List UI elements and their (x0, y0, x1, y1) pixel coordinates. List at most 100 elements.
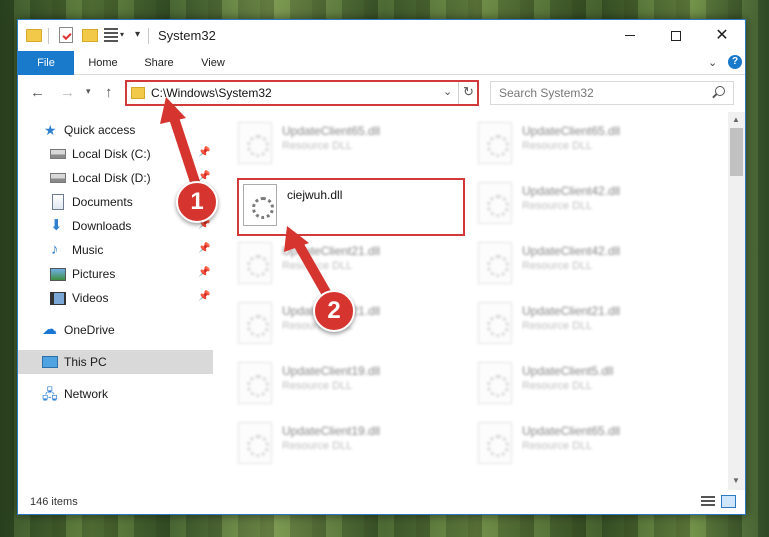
file-item[interactable]: UpdateClient21.dll Resource DLL (234, 238, 464, 290)
chevron-down-icon[interactable]: ⌄ (443, 85, 452, 98)
pin-icon[interactable]: 📌 (198, 291, 210, 302)
sidebar-item-label: Downloads (72, 219, 132, 233)
dll-file-icon (478, 362, 512, 404)
sidebar-item-label: Videos (72, 291, 109, 305)
file-item[interactable]: UpdateClient65.dll Resource DLL (474, 118, 704, 170)
address-path[interactable]: C:\Windows\System32 (151, 86, 272, 100)
sidebar-item-onedrive[interactable]: ☁ OneDrive (18, 318, 213, 342)
vertical-scrollbar[interactable]: ▲ ▼ (728, 112, 745, 490)
dll-file-icon (238, 242, 272, 284)
sidebar-item-local-disk-c[interactable]: Local Disk (C:) 📌 (18, 142, 213, 166)
sidebar-item-music[interactable]: ♪ Music 📌 (18, 238, 213, 262)
file-name: UpdateClient21.dll (282, 244, 381, 258)
file-item[interactable]: UpdateClient65.dll Resource DLL (234, 118, 464, 170)
navigation-pane: ★ Quick access Local Disk (C:) 📌 Local D… (18, 112, 213, 490)
sidebar-item-label: Network (64, 387, 109, 401)
tab-view[interactable]: View (193, 51, 233, 75)
file-item[interactable]: UpdateClient21.dll Resource DLL (474, 298, 704, 350)
sidebar-item-label: Music (72, 243, 104, 257)
network-icon: 🖧 (42, 386, 58, 402)
sidebar-item-label: Local Disk (C:) (72, 147, 151, 161)
sidebar-item-network[interactable]: 🖧 Network (18, 382, 213, 406)
forward-button[interactable]: → (60, 84, 75, 101)
sidebar-item-pictures[interactable]: Pictures 📌 (18, 262, 213, 286)
file-item[interactable]: UpdateClient42.dll Resource DLL (474, 178, 704, 230)
details-view-icon[interactable] (701, 496, 715, 507)
sidebar-item-quick-access[interactable]: ★ Quick access (18, 118, 213, 142)
scroll-down-icon[interactable]: ▼ (732, 476, 740, 485)
sidebar-item-label: Pictures (72, 267, 116, 281)
expand-ribbon-icon[interactable]: ⌄ (708, 56, 717, 69)
window-title: System32 (158, 28, 216, 43)
refresh-button[interactable]: ↻ (463, 84, 474, 100)
file-item[interactable]: UpdateClient65.dll Resource DLL (474, 418, 704, 470)
file-type: Resource DLL (282, 140, 353, 152)
search-icon[interactable] (715, 86, 725, 96)
search-box[interactable] (490, 81, 734, 105)
view-icon[interactable] (104, 28, 118, 42)
folder-icon (131, 87, 145, 99)
file-name: UpdateClient42.dll (522, 184, 621, 198)
file-type: Resource DLL (522, 320, 593, 332)
file-name: UpdateClient21.dll (522, 304, 621, 318)
file-item-ciejwuh[interactable]: ciejwuh.dll (237, 178, 465, 236)
properties-icon[interactable] (59, 27, 73, 43)
tab-share[interactable]: Share (137, 51, 181, 75)
sidebar-item-label: Local Disk (D:) (72, 171, 151, 185)
customize-toolbar-icon[interactable]: ▾ (135, 29, 140, 40)
tab-file[interactable]: File (18, 51, 74, 75)
dll-file-icon (478, 242, 512, 284)
sidebar-item-videos[interactable]: Videos 📌 (18, 286, 213, 310)
file-type: Resource DLL (522, 440, 593, 452)
search-input[interactable] (491, 82, 701, 104)
item-count: 146 items (30, 496, 78, 508)
pin-icon[interactable]: 📌 (198, 267, 210, 278)
file-name: UpdateClient65.dll (282, 124, 381, 138)
pin-icon[interactable]: 📌 (198, 147, 210, 158)
separator (48, 28, 49, 44)
file-name: UpdateClient65.dll (522, 124, 621, 138)
large-icons-view-icon[interactable] (721, 495, 736, 508)
sidebar-item-this-pc[interactable]: This PC (18, 350, 213, 374)
back-button[interactable]: ← (30, 84, 45, 101)
folder-icon (26, 29, 42, 42)
music-icon: ♪ (51, 241, 59, 258)
drive-icon (50, 173, 66, 183)
file-item[interactable]: UpdateClient5.dll Resource DLL (474, 358, 704, 410)
scroll-thumb[interactable] (730, 128, 743, 176)
address-bar[interactable]: C:\Windows\System32 ⌄ ↻ (125, 80, 479, 106)
file-item[interactable]: UpdateClient19.dll Resource DLL (234, 418, 464, 470)
dll-file-icon (238, 302, 272, 344)
close-button[interactable]: ✕ (699, 20, 745, 51)
file-name: UpdateClient5.dll (522, 364, 614, 378)
dll-file-icon (478, 422, 512, 464)
help-icon[interactable]: ? (728, 55, 742, 69)
file-type: Resource DLL (522, 260, 593, 272)
file-type: Resource DLL (282, 260, 353, 272)
file-type: Resource DLL (282, 440, 353, 452)
file-name: ciejwuh.dll (287, 188, 343, 202)
drive-icon (50, 149, 66, 159)
file-item[interactable]: UpdateClient19.dll Resource DLL (234, 358, 464, 410)
scroll-up-icon[interactable]: ▲ (732, 115, 740, 124)
file-name: UpdateClient42.dll (522, 244, 621, 258)
up-button[interactable]: ↑ (105, 84, 113, 101)
computer-icon (42, 356, 58, 368)
dll-file-icon (238, 422, 272, 464)
pin-icon[interactable]: 📌 (198, 243, 210, 254)
recent-locations-button[interactable]: ▾ (86, 86, 91, 97)
chevron-down-icon[interactable]: ▾ (120, 30, 124, 39)
dll-file-icon (238, 362, 272, 404)
close-icon: ✕ (715, 26, 729, 44)
maximize-button[interactable] (653, 20, 699, 51)
minimize-button[interactable] (607, 20, 653, 51)
file-type: Resource DLL (522, 200, 593, 212)
new-folder-icon[interactable] (82, 29, 98, 42)
star-icon: ★ (44, 122, 57, 138)
file-item[interactable]: UpdateClient42.dll Resource DLL (474, 238, 704, 290)
file-type: Resource DLL (522, 140, 593, 152)
step-badge-2: 2 (313, 290, 355, 332)
tab-home[interactable]: Home (80, 51, 126, 75)
videos-icon (50, 292, 66, 305)
status-bar: 146 items (18, 490, 745, 514)
